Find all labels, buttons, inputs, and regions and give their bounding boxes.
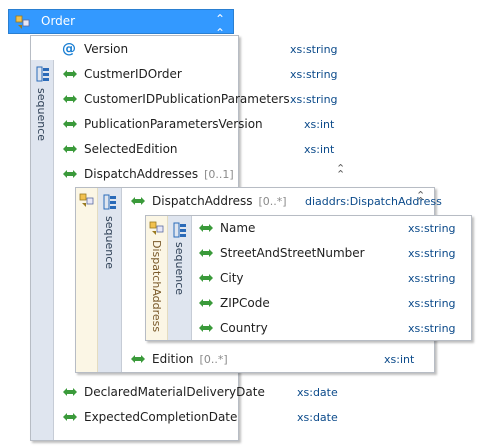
element-diamond-icon <box>198 297 214 309</box>
order-title: Order <box>41 14 76 28</box>
element-diamond-icon <box>62 118 78 130</box>
element-name: Version <box>84 42 129 56</box>
row-version[interactable]: @ Version xs:string <box>62 40 338 60</box>
order-header[interactable]: Order ⌃ ⌃ <box>8 9 234 40</box>
element-type: xs:string <box>408 322 456 335</box>
element-diamond-icon <box>62 168 78 180</box>
row-expectedcompletiondate[interactable]: ExpectedCompletionDate xs:date <box>62 408 338 428</box>
chevron-up-double-icon[interactable]: ⌃ ⌃ <box>336 163 345 180</box>
row-selectededition[interactable]: SelectedEdition xs:int <box>62 140 334 160</box>
element-type: xs:date <box>297 411 338 424</box>
element-diamond-icon <box>130 195 146 207</box>
element-name: Country <box>220 321 268 335</box>
sequence-icon <box>173 222 187 238</box>
sequence-icon <box>36 66 50 82</box>
element-type: xs:int <box>384 353 415 366</box>
chevron-up-double-icon[interactable]: ⌃ ⌃ <box>416 190 425 207</box>
occurrence-label: [0..1] <box>204 168 234 181</box>
dispatchaddress-sequence-label: sequence <box>173 242 186 296</box>
dispatchaddresses-left-cream <box>76 188 98 372</box>
element-type: xs:date <box>297 386 338 399</box>
element-name: PublicationParametersVersion <box>84 117 263 131</box>
element-name: ExpectedCompletionDate <box>84 410 238 424</box>
element-type: xs:string <box>408 222 456 235</box>
dispatchaddress-type-strip: DispatchAddress <box>146 216 168 340</box>
element-name: City <box>220 271 244 285</box>
row-dispatchaddress[interactable]: DispatchAddress [0..*] diaddrs:DispatchAd… <box>130 192 442 212</box>
element-name: Edition [0..*] <box>152 352 228 366</box>
element-type: xs:string <box>408 247 456 260</box>
element-name: DispatchAddresses [0..1] <box>84 167 234 181</box>
element-diamond-icon <box>198 272 214 284</box>
element-name: DispatchAddress [0..*] <box>152 194 287 208</box>
element-name: StreetAndStreetNumber <box>220 246 365 260</box>
element-diamond-icon <box>62 68 78 80</box>
edition-name: Edition <box>152 352 194 366</box>
element-type: xs:string <box>408 297 456 310</box>
chevron-up-double-icon[interactable]: ⌃ ⌃ <box>215 12 225 40</box>
row-declaredmaterialdeliverydate[interactable]: DeclaredMaterialDeliveryDate xs:date <box>62 383 338 403</box>
element-type: xs:string <box>290 68 338 81</box>
dispatchaddresses-sequence-label: sequence <box>103 216 116 270</box>
sequence-icon <box>103 194 117 210</box>
element-type: xs:string <box>290 93 338 106</box>
row-edition[interactable]: Edition [0..*] xs:int <box>130 350 414 370</box>
row-field-streetandstreetnumber[interactable]: StreetAndStreetNumber xs:string <box>198 244 456 264</box>
element-diamond-icon <box>62 143 78 155</box>
complex-type-icon <box>79 192 94 208</box>
element-diamond-icon <box>62 386 78 398</box>
element-diamond-icon <box>198 222 214 234</box>
order-sequence-label: sequence <box>35 88 48 142</box>
element-type: xs:int <box>304 118 335 131</box>
row-field-country[interactable]: Country xs:string <box>198 319 456 339</box>
row-dispatchaddresses[interactable]: DispatchAddresses [0..1] <box>62 165 234 185</box>
element-name: SelectedEdition <box>84 142 178 156</box>
element-diamond-icon <box>130 353 146 365</box>
dispatchaddresses-name: DispatchAddresses <box>84 167 199 181</box>
row-field-zipcode[interactable]: ZIPCode xs:string <box>198 294 456 314</box>
element-type: xs:int <box>304 143 335 156</box>
element-name: ZIPCode <box>220 296 270 310</box>
element-name: Name <box>220 221 256 235</box>
complex-type-icon <box>149 220 164 236</box>
element-name: CustmerIDOrder <box>84 67 182 81</box>
dispatchaddresses-sequence-strip: sequence <box>98 188 122 372</box>
complex-type-icon <box>15 14 30 30</box>
schema-diagram: Order ⌃ ⌃ sequence @ Version xs:string Cu… <box>0 0 485 448</box>
attribute-at-icon: @ <box>62 41 76 57</box>
dispatchaddress-sequence-strip: sequence <box>168 216 192 340</box>
row-publicationparametersversion[interactable]: PublicationParametersVersion xs:int <box>62 115 334 135</box>
dispatchaddress-type-label: DispatchAddress <box>150 240 163 333</box>
element-diamond-icon <box>198 247 214 259</box>
occurrence-label: [0..*] <box>258 195 287 208</box>
element-diamond-icon <box>198 322 214 334</box>
element-diamond-icon <box>62 411 78 423</box>
row-custmeridorder[interactable]: CustmerIDOrder xs:string <box>62 65 338 85</box>
element-diamond-icon <box>62 93 78 105</box>
element-name: CustomerIDPublicationParameters <box>84 92 290 106</box>
element-type: xs:string <box>408 272 456 285</box>
row-field-name[interactable]: Name xs:string <box>198 219 456 239</box>
element-type: xs:string <box>290 43 338 56</box>
row-customeridpublicationparameters[interactable]: CustomerIDPublicationParameters xs:strin… <box>62 90 338 110</box>
element-name: DeclaredMaterialDeliveryDate <box>84 385 265 399</box>
row-field-city[interactable]: City xs:string <box>198 269 456 289</box>
occurrence-label: [0..*] <box>199 353 228 366</box>
order-sequence-strip: sequence <box>31 60 54 440</box>
dispatchaddress-name: DispatchAddress <box>152 194 253 208</box>
